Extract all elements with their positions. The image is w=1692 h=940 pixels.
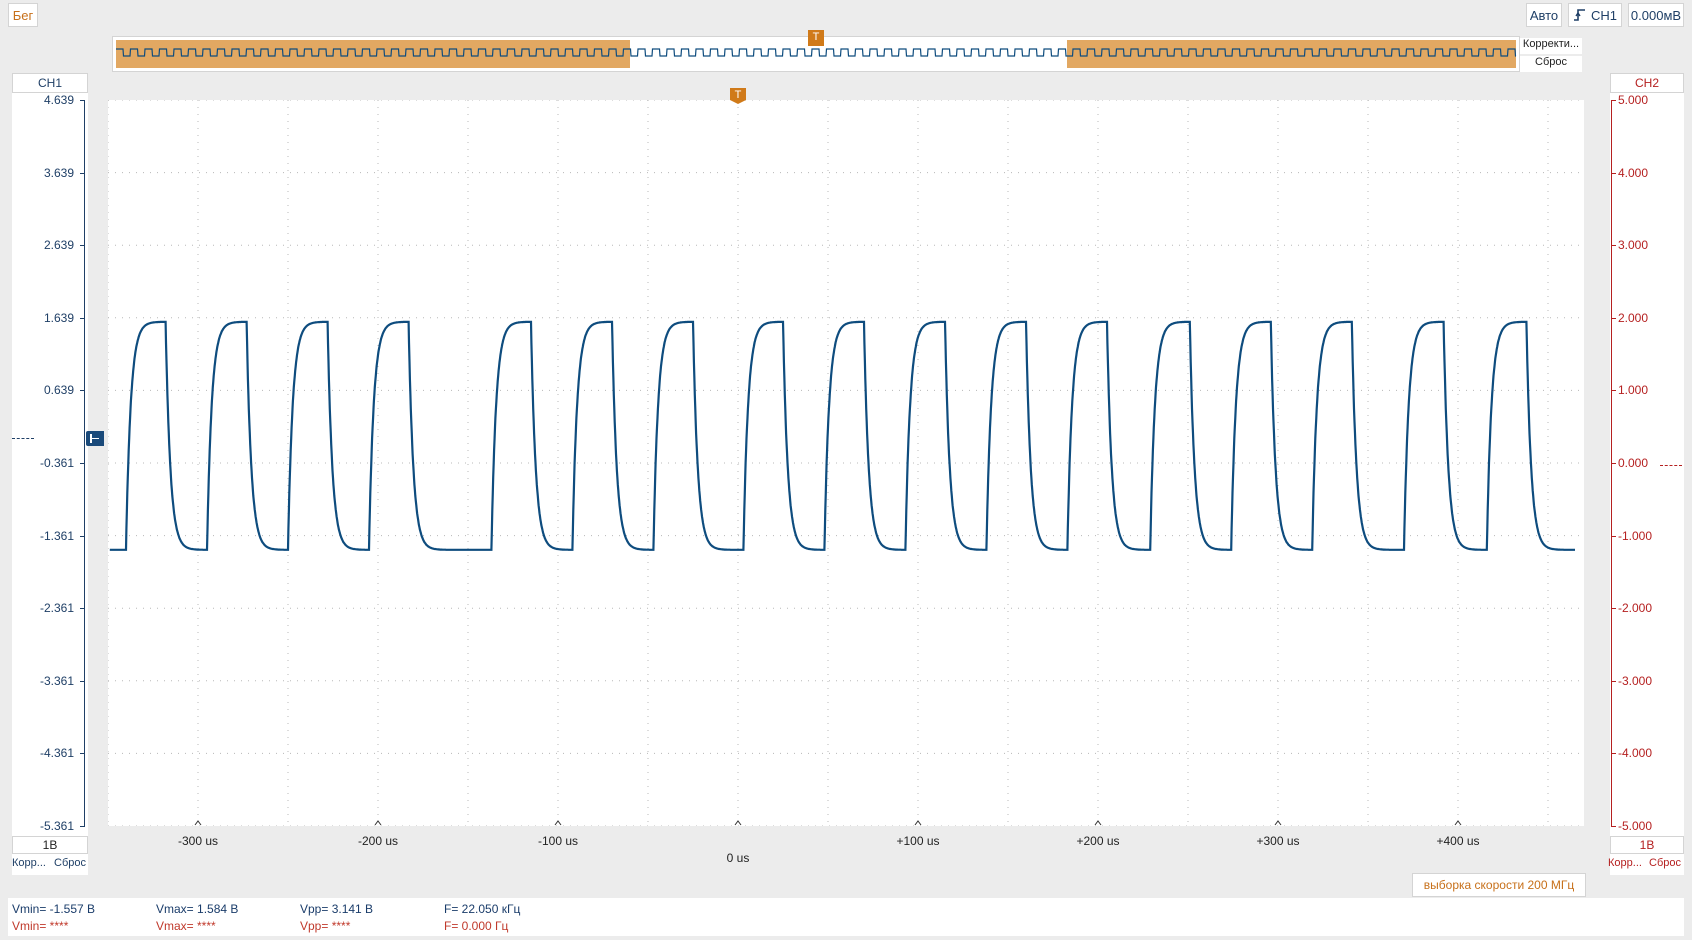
ch1-tick-label: -2.361 [39,601,74,616]
ch1-freq: F= 22.050 кГц [444,902,521,916]
time-tick-caret [194,820,202,826]
ch2-tick-label: 5.000 [1618,93,1649,107]
trigger-source-button[interactable]: CH1 [1568,3,1622,27]
ch1-tick-label: 0.639 [43,383,74,398]
ch1-vmax: Vmax= 1.584 В [156,902,239,916]
time-tick-caret [734,820,742,826]
ch1-auto-button[interactable]: Корр... [12,857,46,869]
ch2-vmin: Vmin= **** [12,919,69,933]
time-tick-caret [914,820,922,826]
ch1-tick-label: -4.361 [39,746,74,761]
time-tick-caret [1274,820,1282,826]
overview-reset-button[interactable]: Сброс [1520,56,1582,72]
ch1-tick-label: 2.639 [43,238,74,253]
overview-shade-right [1067,40,1516,68]
ch1-axis-line [84,100,85,826]
time-axis-label: +100 us [896,834,940,848]
ch2-zero-dash [1660,465,1682,466]
ch2-tick-label: -5.000 [1618,819,1653,833]
ch2-tick-label: -2.000 [1618,601,1653,616]
ch2-freq: F= 0.000 Гц [444,919,509,933]
ch1-scale-label[interactable]: 1В [12,836,88,854]
ch1-name-label[interactable]: CH1 [12,73,88,93]
ch2-reset-button[interactable]: Сброс [1649,857,1681,869]
ch2-vmax: Vmax= **** [156,919,216,933]
ch1-vpp: Vpp= 3.141 В [300,902,374,916]
time-tick-caret [1454,820,1462,826]
time-axis-label: +300 us [1256,834,1300,848]
ch2-tick-label: 3.000 [1618,238,1649,253]
ch1-tick-label: 3.639 [43,165,74,180]
ch2-tick-label: 1.000 [1618,383,1649,398]
ch2-tick-label: 2.000 [1618,310,1649,325]
time-axis-label: -300 us [177,834,219,848]
ch1-zero-dash [12,438,34,439]
trigger-mode-button[interactable]: Авто [1526,3,1562,27]
measurements-bar [8,898,1684,936]
time-axis-label: +200 us [1076,834,1120,848]
time-axis-label: -100 us [537,834,579,848]
ch1-vmin: Vmin= -1.557 В [12,902,96,916]
ch2-tick-label: -4.000 [1618,746,1653,761]
time-axis-label: -200 us [357,834,399,848]
time-axis-label: +400 us [1436,834,1480,848]
ch2-scale-label[interactable]: 1В [1610,836,1684,854]
ch2-axis-line [1611,100,1612,826]
plot-area[interactable] [108,100,1584,826]
ch2-tick-label: 0.000 [1618,456,1649,470]
ch1-tick-label: -1.361 [39,528,74,543]
waveform-plot [108,100,1584,826]
ch2-vpp: Vpp= **** [300,919,351,933]
sample-rate-label: выборка скорости 200 МГц [1412,873,1586,897]
overview-trigger-marker[interactable]: T [808,30,824,46]
ch2-tick-mark [1611,826,1616,827]
run-state-button[interactable]: Бег [8,3,38,27]
time-tick-caret [1094,820,1102,826]
ch2-name-label[interactable]: CH2 [1610,73,1684,93]
ch1-tick-label: -3.361 [39,673,74,688]
overview-auto-button[interactable]: Корректи... [1520,38,1582,54]
ch1-waveform-line [109,320,1575,551]
trigger-source-label: CH1 [1590,7,1617,23]
time-axis-center-label: 0 us [726,851,750,865]
ch1-tick-label: -0.361 [39,456,74,470]
ch1-tick-label: 1.639 [43,310,74,325]
ch1-tick-label: 4.639 [43,93,74,107]
time-tick-caret [374,820,382,826]
ch1-offset-marker[interactable] [86,431,104,446]
ch2-tick-label: -3.000 [1618,673,1653,688]
time-tick-caret [554,820,562,826]
ch2-tick-label: 4.000 [1618,165,1649,180]
ch2-auto-button[interactable]: Корр... [1608,857,1642,869]
overview-shade-left [116,40,630,68]
ch1-tick-label: -5.361 [39,819,74,833]
trigger-level-button[interactable]: 0.000мВ [1628,3,1684,27]
ch2-tick-label: -1.000 [1618,528,1653,543]
ch1-reset-button[interactable]: Сброс [54,857,86,869]
ch1-tick-mark [80,826,85,827]
rising-edge-icon [1573,9,1585,21]
